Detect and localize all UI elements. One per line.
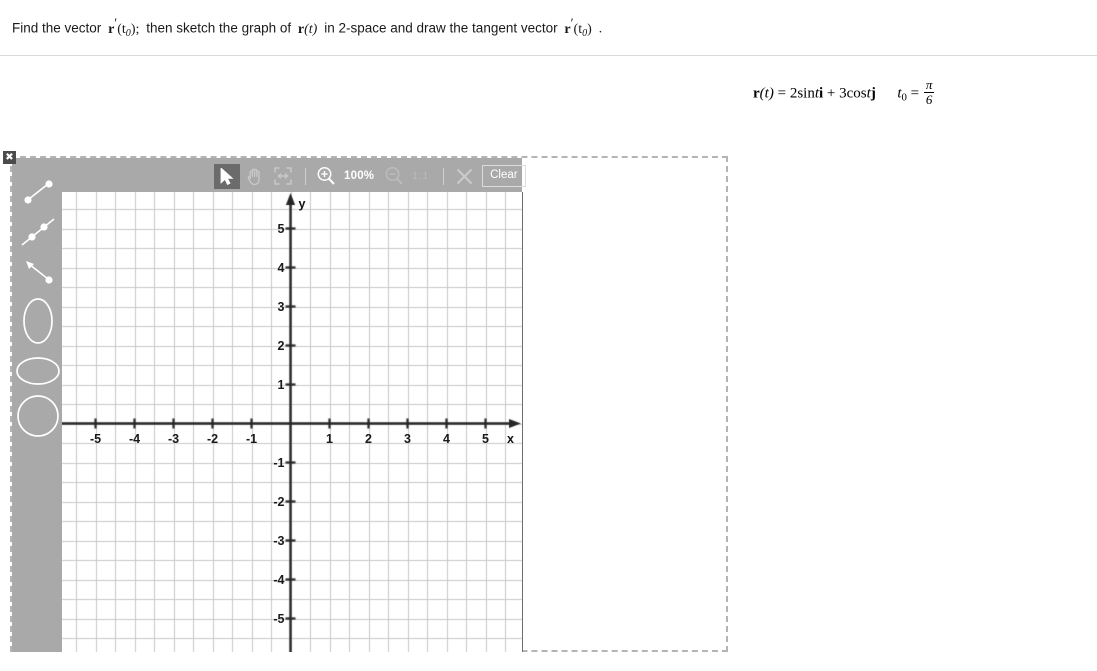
fit-to-screen-icon bbox=[274, 167, 292, 185]
equation-term1-function: sin bbox=[797, 85, 815, 102]
zoom-in-icon bbox=[317, 167, 335, 185]
circle-tool[interactable] bbox=[16, 394, 60, 440]
equation-t0-fraction: π 6 bbox=[923, 77, 935, 107]
x-tick-label: 3 bbox=[404, 431, 411, 446]
pan-tool-button[interactable] bbox=[242, 164, 268, 189]
drawing-tool-rail bbox=[12, 158, 62, 652]
y-tick-label: 1 bbox=[277, 377, 285, 392]
zoom-level-label: 100% bbox=[344, 170, 375, 182]
vector-arrow-tool[interactable] bbox=[16, 252, 60, 292]
y-axis-label: y bbox=[298, 197, 306, 211]
horizontal-ellipse-tool[interactable] bbox=[16, 350, 60, 392]
prompt-part-1: Find the vector bbox=[12, 20, 102, 36]
equation-r-symbol: r bbox=[753, 85, 760, 102]
fraction-denominator: 6 bbox=[923, 92, 935, 107]
y-tick-label: -2 bbox=[273, 494, 285, 509]
x-tick-label: -4 bbox=[128, 431, 141, 446]
equation-term2-coefficient: 3 bbox=[839, 85, 847, 102]
zoom-in-button[interactable] bbox=[313, 164, 339, 189]
question-prompt: Find the vector r′(t0); then sketch the … bbox=[0, 0, 1097, 56]
clear-button[interactable]: Clear bbox=[482, 165, 526, 187]
zoom-out-icon bbox=[385, 167, 403, 185]
delete-button[interactable] bbox=[451, 164, 477, 189]
equation-plus: + bbox=[826, 85, 836, 102]
y-tick-label: 4 bbox=[277, 260, 285, 275]
fraction-numerator: π bbox=[925, 77, 933, 92]
y-tick-label: 2 bbox=[277, 338, 285, 353]
close-icon[interactable]: ✖ bbox=[3, 151, 16, 164]
x-cross-icon bbox=[456, 168, 472, 184]
y-tick-label: -3 bbox=[273, 533, 285, 548]
equation-t0-subscript: 0 bbox=[901, 91, 907, 104]
expression-r-prime-t0-first: r′(t0); bbox=[108, 15, 140, 39]
toolbar-separator-2 bbox=[443, 167, 445, 185]
y-tick-label: -4 bbox=[273, 572, 285, 587]
coordinate-grid[interactable] bbox=[62, 192, 522, 652]
equation-term2-function: cos bbox=[846, 85, 867, 102]
vertical-ellipse-tool[interactable] bbox=[16, 294, 60, 348]
x-tick-label: 2 bbox=[365, 431, 372, 446]
equation-equals: = bbox=[777, 85, 787, 102]
y-tick-label: 5 bbox=[277, 221, 285, 236]
circle-icon bbox=[17, 395, 59, 437]
graph-canvas[interactable]: -5 -4 -3 -2 -1 1 2 3 4 5 5 4 3 2 1 -1 -2 -3 -4 -5 x y bbox=[62, 192, 523, 652]
line-icon bbox=[21, 218, 55, 246]
select-tool-button[interactable] bbox=[214, 163, 240, 189]
x-tick-label: -1 bbox=[245, 431, 258, 446]
expression-r-of-t: r(t) bbox=[297, 21, 318, 37]
prompt-text: Find the vector r′(t0); then sketch the … bbox=[12, 16, 602, 38]
prompt-part-3: in 2-space and draw the tangent vector bbox=[324, 20, 558, 36]
hand-icon bbox=[247, 167, 260, 185]
equation-r-argument: (t) bbox=[759, 85, 774, 102]
y-tick-label: -1 bbox=[273, 455, 285, 470]
line-tool[interactable] bbox=[16, 212, 60, 252]
toolbar-separator-1 bbox=[305, 167, 306, 185]
zoom-out-button[interactable] bbox=[381, 164, 407, 189]
equation-term2-unit-vector: j bbox=[870, 85, 876, 102]
line-segment-tool[interactable] bbox=[16, 172, 60, 212]
x-tick-label: 1 bbox=[326, 431, 333, 446]
x-tick-label: -2 bbox=[206, 431, 219, 446]
ellipse-horizontal-icon bbox=[16, 357, 60, 385]
x-tick-label: 5 bbox=[482, 431, 489, 446]
problem-equation: r(t) = 2sinti + 3costj t0 = π 6 bbox=[753, 77, 935, 107]
segment-icon bbox=[24, 180, 53, 204]
equation-term1-unit-vector: i bbox=[819, 85, 824, 102]
x-tick-label: -3 bbox=[167, 431, 180, 446]
prompt-period: . bbox=[598, 20, 603, 36]
arrow-icon bbox=[26, 261, 53, 284]
equation-t0-equals: = bbox=[910, 85, 920, 102]
cursor-arrow-icon bbox=[220, 167, 234, 185]
applet-toolbar: 100% 1:1 Clear bbox=[214, 162, 526, 190]
y-tick-label: -5 bbox=[273, 611, 285, 626]
actual-size-button[interactable]: 1:1 bbox=[412, 171, 429, 182]
expression-r-prime-t0-second: r′(t0) bbox=[564, 15, 592, 39]
fit-to-screen-button[interactable] bbox=[270, 164, 296, 189]
prompt-part-2: then sketch the graph of bbox=[146, 20, 292, 36]
ellipse-vertical-icon bbox=[23, 298, 53, 344]
x-tick-label: -5 bbox=[89, 431, 102, 446]
x-tick-label: 4 bbox=[443, 431, 450, 446]
y-tick-label: 3 bbox=[277, 299, 285, 314]
x-axis-label: x bbox=[507, 431, 514, 446]
